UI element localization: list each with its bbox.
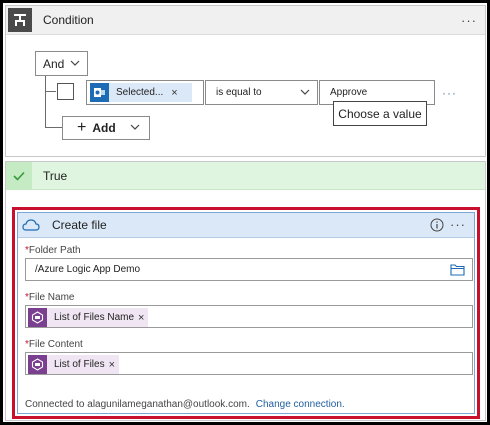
tooltip-text: Choose a value — [338, 106, 422, 121]
onedrive-cloud-icon — [18, 213, 44, 237]
create-file-header[interactable]: Create file ··· — [18, 213, 474, 238]
token-remove-icon[interactable]: × — [109, 359, 115, 371]
condition-more-icon[interactable]: ··· — [461, 13, 477, 28]
file-content-label: *File Content — [25, 339, 83, 350]
file-name-label: *File Name — [25, 292, 74, 303]
file-content-label-text: File Content — [28, 339, 83, 350]
designer-canvas: Condition ··· And Selected... × is equal… — [3, 3, 487, 422]
folder-path-label: *Folder Path — [25, 245, 81, 256]
condition-title: Condition — [43, 13, 94, 27]
condition-icon — [8, 8, 32, 32]
condition-card: Condition ··· And Selected... × is equal… — [5, 5, 486, 157]
create-file-action: Create file ··· *Folder Path /Azure Logi… — [12, 207, 480, 419]
file-content-input[interactable]: List of Files × — [25, 352, 473, 375]
token-label: Selected... — [116, 87, 164, 98]
value-tooltip: Choose a value — [333, 101, 427, 126]
folder-icon[interactable] — [450, 263, 465, 276]
folder-path-label-text: Folder Path — [28, 245, 81, 256]
file-content-token[interactable]: List of Files × — [28, 355, 120, 374]
create-file-more-icon[interactable]: ··· — [450, 217, 466, 232]
row-checkbox[interactable] — [57, 83, 74, 100]
plus-icon: + — [77, 119, 87, 136]
folder-path-input[interactable]: /Azure Logic App Demo — [25, 258, 473, 281]
chevron-down-icon — [300, 89, 310, 95]
condition-left-field[interactable]: Selected... × — [86, 80, 204, 105]
true-branch-title: True — [43, 168, 68, 183]
info-icon[interactable] — [430, 218, 444, 232]
folder-path-value: /Azure Logic App Demo — [35, 264, 141, 275]
file-name-token-label: List of Files Name — [54, 312, 135, 323]
sharepoint-list-icon — [28, 355, 47, 374]
connected-text: Connected to alagunilameganathan@outlook… — [25, 399, 250, 410]
check-icon — [6, 161, 32, 190]
outlook-icon — [90, 83, 109, 102]
true-branch-header[interactable]: True — [6, 161, 485, 190]
add-button[interactable]: + Add — [62, 116, 150, 140]
tree-connector — [45, 76, 46, 127]
add-button-label: Add — [92, 121, 116, 135]
true-branch-card: True Create file ··· *Folder Path /Azure… — [5, 161, 486, 421]
token-remove-icon[interactable]: × — [138, 312, 144, 324]
file-name-token[interactable]: List of Files Name × — [28, 308, 149, 327]
connection-footer: Connected to alagunilameganathan@outlook… — [25, 399, 345, 410]
row-more-icon[interactable]: ··· — [442, 86, 457, 100]
and-dropdown-label: And — [43, 56, 65, 71]
selected-token[interactable]: Selected... × — [90, 83, 192, 102]
tree-connector — [45, 91, 56, 92]
create-file-card: Create file ··· *Folder Path /Azure Logi… — [17, 212, 475, 414]
file-name-label-text: File Name — [28, 292, 75, 303]
and-dropdown[interactable]: And — [35, 51, 88, 76]
change-connection-link[interactable]: Change connection. — [256, 399, 345, 410]
condition-header[interactable]: Condition ··· — [6, 6, 485, 35]
operator-label: is equal to — [216, 87, 262, 98]
create-file-title: Create file — [52, 218, 107, 232]
condition-value-text: Approve — [330, 87, 368, 98]
file-name-input[interactable]: List of Files Name × — [25, 305, 473, 328]
tree-connector — [45, 127, 62, 128]
file-content-token-label: List of Files — [54, 359, 105, 370]
chevron-down-icon — [130, 124, 140, 130]
operator-dropdown[interactable]: is equal to — [205, 80, 318, 105]
token-remove-icon[interactable]: × — [171, 87, 177, 99]
chevron-down-icon — [70, 60, 80, 66]
sharepoint-list-icon — [28, 308, 47, 327]
